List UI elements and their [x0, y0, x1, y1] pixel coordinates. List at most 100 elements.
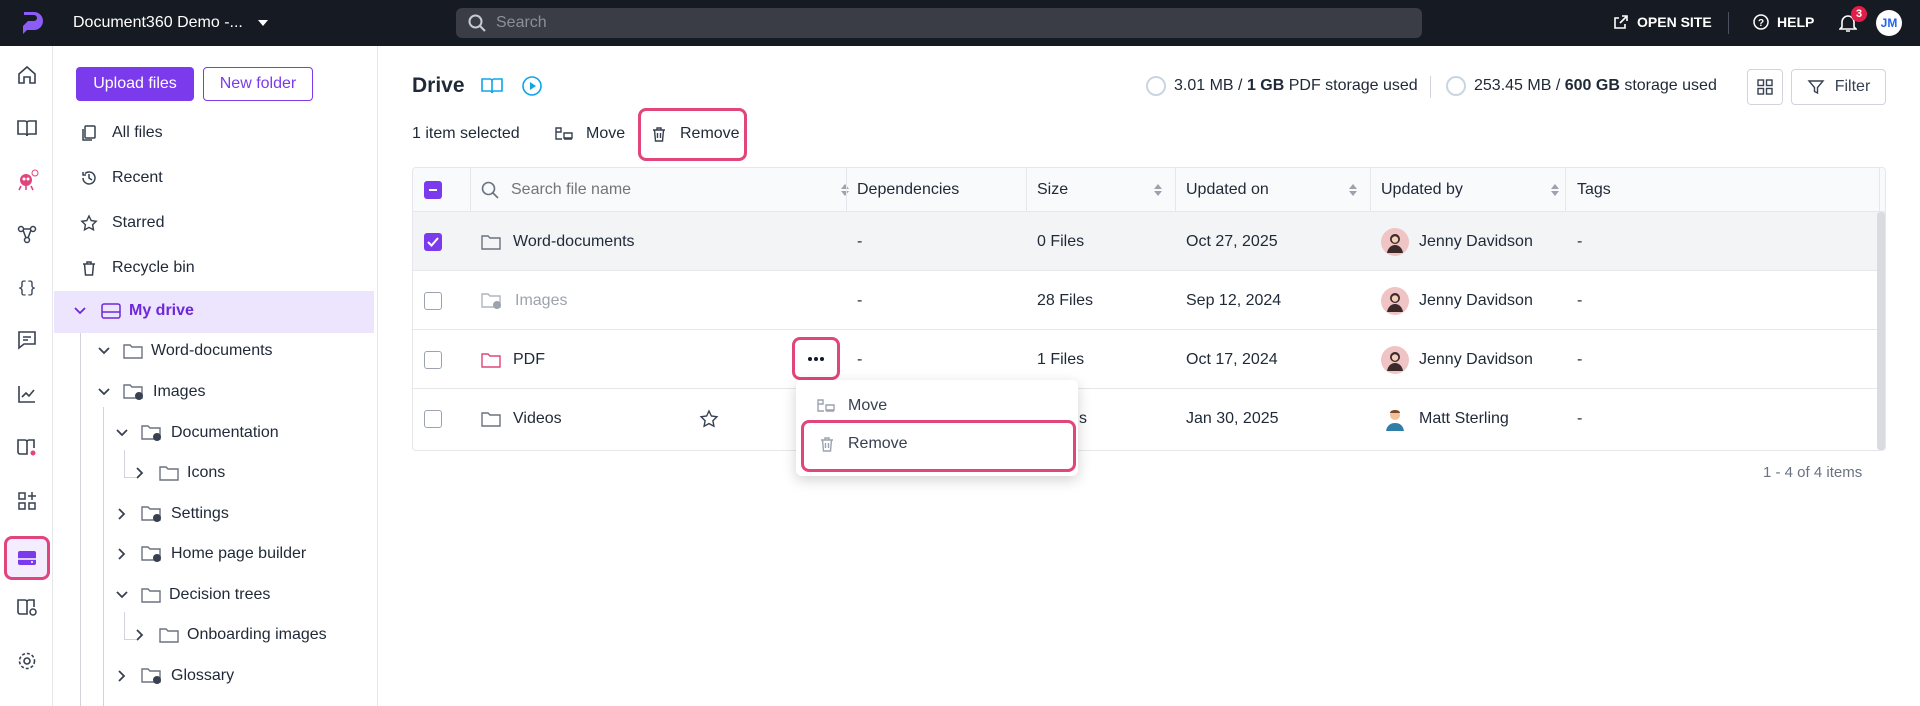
chevron-down-icon: [257, 19, 269, 27]
new-folder-button[interactable]: New folder: [203, 67, 313, 101]
ai-assistant-icon[interactable]: [13, 167, 41, 195]
recent-label: Recent: [112, 169, 163, 186]
open-site-button[interactable]: OPEN SITE: [1613, 14, 1712, 30]
widget-icon[interactable]: [13, 593, 41, 621]
my-drive-row[interactable]: My drive: [73, 302, 194, 320]
selection-count: 1 item selected: [412, 125, 520, 143]
user-name: Jenny Davidson: [1419, 232, 1533, 250]
sort-icon[interactable]: [1550, 183, 1560, 197]
chevron-down-icon[interactable]: [97, 385, 111, 399]
sort-icon[interactable]: [840, 183, 850, 197]
analytics-icon[interactable]: [13, 380, 41, 408]
table-row[interactable]: Word-documents - 0 Files Oct 27, 2025 Je…: [413, 212, 1885, 271]
chevron-right-icon[interactable]: [115, 547, 129, 561]
sidebar-item-recent[interactable]: Recent: [80, 169, 163, 187]
book-icon[interactable]: [480, 76, 504, 96]
more-actions-button[interactable]: [797, 342, 835, 375]
move-button[interactable]: Move: [554, 125, 625, 143]
project-selector[interactable]: Document360 Demo -...: [73, 14, 269, 32]
chevron-right-icon[interactable]: [133, 466, 147, 480]
file-name-cell[interactable]: PDF: [481, 330, 545, 389]
tree-item-documentation[interactable]: Documentation: [115, 424, 279, 442]
file-name-cell[interactable]: Videos: [481, 389, 562, 448]
star-icon: [80, 214, 98, 232]
tree-item-settings[interactable]: Settings: [115, 505, 229, 523]
column-header-updated-by[interactable]: Updated by: [1381, 168, 1560, 212]
tree-guide: [80, 333, 81, 706]
chevron-down-icon[interactable]: [115, 426, 129, 440]
file-search-input[interactable]: [511, 181, 801, 199]
upload-files-button[interactable]: Upload files: [76, 67, 194, 101]
file-search-field[interactable]: [481, 168, 849, 212]
table-scrollbar[interactable]: [1877, 212, 1885, 450]
move-icon: [554, 125, 574, 143]
home-icon[interactable]: [13, 61, 41, 89]
filter-button[interactable]: Filter: [1791, 69, 1886, 105]
tree-item-word-documents[interactable]: Word-documents: [97, 342, 273, 360]
file-name: Word-documents: [513, 232, 635, 250]
tree-guide: [124, 612, 125, 640]
column-divider: [470, 168, 471, 212]
table-row[interactable]: PDF - 1 Files Oct 17, 2024 Jenny Davidso…: [413, 330, 1885, 389]
chevron-right-icon[interactable]: [115, 507, 129, 521]
row-checkbox[interactable]: [424, 330, 442, 389]
tree-item-onboarding-images[interactable]: Onboarding images: [133, 626, 327, 644]
user-avatar: [1381, 404, 1409, 433]
left-rail: {}: [0, 46, 53, 706]
pagination-info: 1 - 4 of 4 items: [1763, 464, 1863, 481]
user-avatar: [1381, 286, 1409, 315]
sort-icon[interactable]: [1153, 183, 1163, 197]
workflow-icon[interactable]: [13, 220, 41, 248]
tree-item-icons[interactable]: Icons: [133, 464, 225, 482]
star-icon[interactable]: [699, 389, 719, 448]
chevron-down-icon[interactable]: [97, 344, 111, 358]
document360-logo-icon[interactable]: [18, 9, 46, 37]
tree-item-decision-trees[interactable]: Decision trees: [115, 586, 270, 604]
sidebar-item-recycle-bin[interactable]: Recycle bin: [80, 259, 195, 277]
grid-view-button[interactable]: [1747, 69, 1783, 105]
select-all-checkbox[interactable]: [424, 168, 442, 212]
files-table: Dependencies Size Updated on Updated by …: [412, 167, 1886, 451]
play-video-icon[interactable]: [521, 75, 543, 97]
drive-icon[interactable]: [4, 536, 50, 580]
remove-button[interactable]: Remove: [650, 125, 740, 143]
folder-icon: [159, 465, 179, 481]
user-name: Matt Sterling: [1419, 409, 1509, 427]
sidebar-item-all-files[interactable]: All files: [80, 124, 163, 142]
global-search[interactable]: [456, 8, 1422, 38]
chevron-down-icon[interactable]: [73, 304, 87, 318]
chevron-right-icon[interactable]: [133, 628, 147, 642]
column-header-size[interactable]: Size: [1037, 168, 1163, 212]
column-header-updated-on[interactable]: Updated on: [1186, 168, 1358, 212]
knowledge-base-icon[interactable]: [13, 433, 41, 461]
help-button[interactable]: ? HELP: [1753, 14, 1814, 30]
context-menu-remove[interactable]: Remove: [818, 435, 908, 453]
column-divider: [846, 168, 847, 212]
row-checkbox[interactable]: [424, 389, 442, 448]
tree-item-glossary[interactable]: Glossary: [115, 667, 234, 685]
chevron-right-icon[interactable]: [115, 669, 129, 683]
open-site-label: OPEN SITE: [1637, 14, 1712, 30]
table-row[interactable]: Videos s Jan 30, 2025 Matt Sterling -: [413, 389, 1885, 448]
global-search-input[interactable]: [496, 14, 1396, 32]
file-name-cell[interactable]: Images: [481, 271, 567, 330]
remove-label: Remove: [848, 435, 908, 452]
user-avatar[interactable]: JM: [1876, 10, 1902, 36]
book-icon[interactable]: [13, 114, 41, 142]
pdf-storage-used: 3.01 MB: [1174, 77, 1234, 94]
context-menu-move[interactable]: Move: [816, 397, 887, 415]
row-checkbox[interactable]: [424, 212, 442, 271]
file-name-cell[interactable]: Word-documents: [481, 212, 635, 271]
table-row[interactable]: Images - 28 Files Sep 12, 2024 Jenny Dav…: [413, 271, 1885, 330]
tree-item-home-page-builder[interactable]: Home page builder: [115, 545, 306, 563]
api-icon[interactable]: {}: [13, 273, 41, 301]
sidebar-item-starred[interactable]: Starred: [80, 214, 164, 232]
row-checkbox[interactable]: [424, 271, 442, 330]
settings-icon[interactable]: [13, 647, 41, 675]
feedback-icon[interactable]: [13, 326, 41, 354]
column-header-dependencies: Dependencies: [857, 181, 960, 198]
sort-icon[interactable]: [1348, 183, 1358, 197]
tree-item-images[interactable]: Images: [97, 383, 205, 401]
chevron-down-icon[interactable]: [115, 588, 129, 602]
apps-icon[interactable]: [13, 487, 41, 515]
